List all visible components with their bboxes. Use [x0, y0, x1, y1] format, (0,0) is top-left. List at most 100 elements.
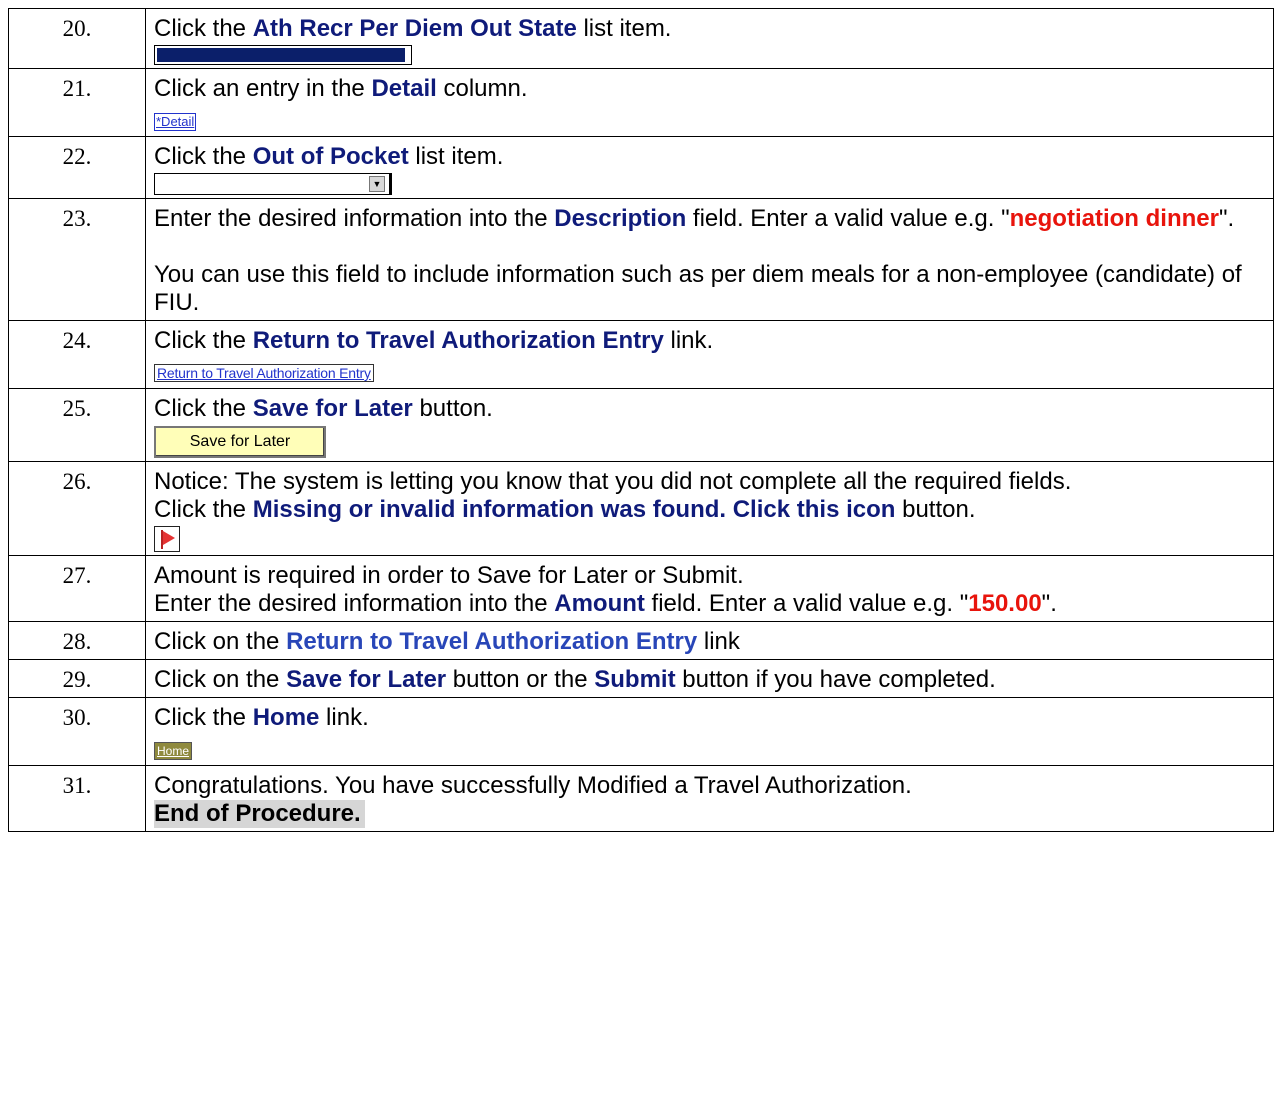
instruction-line: Click on the Return to Travel Authorizat…	[154, 628, 1265, 656]
instruction-text: button if you have completed.	[675, 666, 996, 693]
step-row: 25. Click the Save for Later button. Save …	[8, 388, 1274, 462]
out-of-pocket-dropdown[interactable]: ▼	[154, 173, 392, 195]
step-row: 23. Enter the desired information into th…	[8, 198, 1274, 321]
instruction-line: Click the Out of Pocket list item.	[154, 143, 1265, 171]
instruction-text: button.	[412, 395, 493, 422]
instruction-text: Click the	[154, 327, 253, 354]
step-screenshot: Home	[154, 734, 1265, 762]
step-row: 20. Click the Ath Recr Per Diem Out State…	[8, 8, 1274, 69]
ui-element-name: Amount	[554, 590, 645, 617]
instruction-text: Click the	[154, 496, 253, 523]
instruction-text: field. Enter a valid value e.g. "	[644, 590, 969, 617]
step-number: 20.	[8, 8, 146, 69]
step-instructions: Enter the desired information into the D…	[145, 198, 1274, 321]
step-number: 25.	[8, 388, 146, 462]
ui-element-name: Out of Pocket	[252, 143, 409, 170]
chevron-down-icon[interactable]: ▼	[369, 176, 385, 192]
instruction-text: Notice: The system is letting you know t…	[154, 468, 1072, 495]
step-number: 21.	[8, 68, 146, 137]
detail-link[interactable]: *Detail	[154, 113, 197, 131]
step-number: 29.	[8, 659, 146, 698]
instruction-line: Click the Home link.	[154, 704, 1265, 732]
instruction-line: Amount is required in order to Save for …	[154, 562, 1265, 590]
error-flag-icon[interactable]	[154, 526, 180, 552]
step-instructions: Click the Home link. Home	[145, 697, 1274, 766]
ui-element-name: Description	[554, 205, 687, 232]
ui-element-name: Home	[252, 704, 320, 731]
step-instructions: Click on the Return to Travel Authorizat…	[145, 621, 1274, 660]
instruction-text: Congratulations. You have successfully M…	[154, 772, 912, 799]
instruction-line: You can use this field to include inform…	[154, 261, 1265, 317]
instruction-text: Amount is required in order to Save for …	[154, 562, 744, 589]
step-row: 22. Click the Out of Pocket list item. ▼	[8, 136, 1274, 199]
step-screenshot: Save for Later	[154, 425, 1265, 458]
step-instructions: Click the Save for Later button. Save for…	[145, 388, 1274, 462]
instruction-text: Click the	[154, 704, 253, 731]
step-screenshot	[154, 45, 1265, 65]
instruction-text: You can use this field to include inform…	[154, 261, 1242, 316]
step-number: 26.	[8, 461, 146, 556]
instruction-text: button.	[895, 496, 976, 523]
step-row: 31. Congratulations. You have successfull…	[8, 765, 1274, 832]
instruction-line: Click on the Save for Later button or th…	[154, 666, 1265, 694]
step-instructions: Click the Out of Pocket list item. ▼	[145, 136, 1274, 199]
step-row: 21. Click an entry in the Detail column. *…	[8, 68, 1274, 137]
instruction-text: Click the	[154, 143, 253, 170]
step-number: 28.	[8, 621, 146, 660]
instruction-text: link	[697, 628, 740, 655]
procedure-steps-table: 20. Click the Ath Recr Per Diem Out State…	[8, 8, 1274, 832]
step-number: 27.	[8, 555, 146, 622]
step-row: 27. Amount is required in order to Save f…	[8, 555, 1274, 622]
flag-cloth	[163, 531, 175, 545]
step-instructions: Amount is required in order to Save for …	[145, 555, 1274, 622]
step-instructions: Click on the Save for Later button or th…	[145, 659, 1274, 698]
instruction-text: Click on the	[154, 628, 287, 655]
ui-element-name: Ath Recr Per Diem Out State	[252, 15, 577, 42]
step-screenshot: ▼	[154, 173, 1265, 195]
instruction-line: Enter the desired information into the A…	[154, 590, 1265, 618]
step-number: 31.	[8, 765, 146, 832]
end-of-procedure: End of Procedure.	[154, 800, 365, 828]
step-row: 29. Click on the Save for Later button or…	[8, 659, 1274, 698]
step-row: 30. Click the Home link. Home	[8, 697, 1274, 766]
instruction-line: Notice: The system is letting you know t…	[154, 468, 1265, 496]
instruction-line: Congratulations. You have successfully M…	[154, 772, 1265, 800]
ui-element-name: Return to Travel Authorization Entry	[286, 628, 698, 655]
dropdown-edge	[389, 174, 391, 194]
instruction-text: list item.	[576, 15, 672, 42]
step-number: 22.	[8, 136, 146, 199]
page-edge	[0, 0, 3, 1095]
step-screenshot	[154, 526, 1265, 552]
step-number: 24.	[8, 320, 146, 389]
instruction-text: Click on the	[154, 666, 287, 693]
instruction-line: Click the Save for Later button.	[154, 395, 1265, 423]
instruction-text: link.	[319, 704, 369, 731]
step-screenshot: Return to Travel Authorization Entry	[154, 357, 1265, 385]
instruction-text: Enter the desired information into the	[154, 590, 555, 617]
step-row: 28. Click on the Return to Travel Authori…	[8, 621, 1274, 660]
example-value: negotiation dinner	[1009, 205, 1219, 232]
step-row: 24. Click the Return to Travel Authorizat…	[8, 320, 1274, 389]
step-row: 26. Notice: The system is letting you kno…	[8, 461, 1274, 556]
home-link[interactable]: Home	[154, 742, 193, 760]
instruction-line: Click the Ath Recr Per Diem Out State li…	[154, 15, 1265, 43]
selected-list-item[interactable]	[154, 45, 412, 65]
step-screenshot: *Detail	[154, 105, 1265, 133]
instruction-line: Click an entry in the Detail column.	[154, 75, 1265, 103]
step-instructions: Click an entry in the Detail column. *Det…	[145, 68, 1274, 137]
instruction-line: Enter the desired information into the D…	[154, 205, 1265, 233]
step-instructions: Click the Return to Travel Authorization…	[145, 320, 1274, 389]
step-number: 30.	[8, 697, 146, 766]
instruction-text: ".	[1218, 205, 1235, 232]
ui-element-name: Detail	[371, 75, 437, 102]
instruction-text: Click the	[154, 15, 253, 42]
ui-element-name: Return to Travel Authorization Entry	[252, 327, 664, 354]
instruction-text: Enter the desired information into the	[154, 205, 555, 232]
example-value: 150.00	[968, 590, 1042, 617]
step-number: 23.	[8, 198, 146, 321]
instruction-line: Click the Missing or invalid information…	[154, 496, 1265, 524]
return-to-travel-authorization-link[interactable]: Return to Travel Authorization Entry	[154, 364, 374, 382]
save-for-later-button[interactable]: Save for Later	[154, 426, 326, 458]
step-instructions: Congratulations. You have successfully M…	[145, 765, 1274, 832]
